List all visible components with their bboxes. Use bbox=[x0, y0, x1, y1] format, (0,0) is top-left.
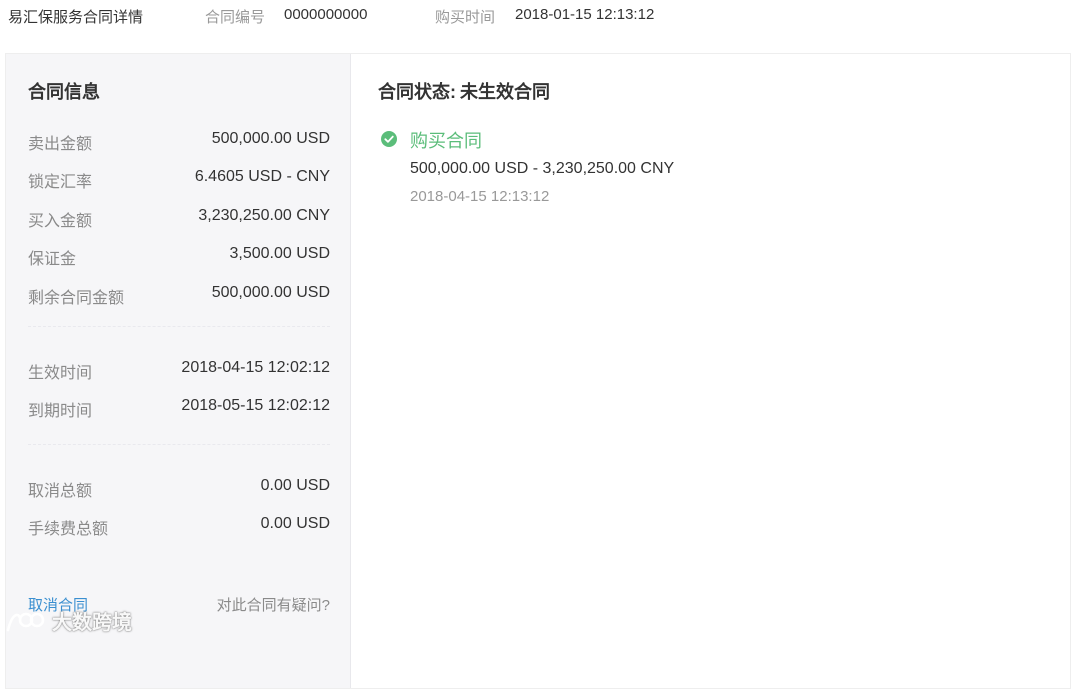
info-label: 手续费总额 bbox=[28, 521, 109, 538]
info-row-effective-time: 生效时间 2018-04-15 12:02:12 bbox=[28, 359, 330, 383]
info-value: 2018-05-15 12:02:12 bbox=[181, 397, 330, 414]
info-label: 保证金 bbox=[28, 251, 77, 268]
contract-status: 合同状态: 未生效合同 bbox=[378, 78, 550, 104]
timeline-step-title: 购买合同 bbox=[410, 131, 482, 151]
contract-info-panel: 合同信息 卖出金额 500,000.00 USD 锁定汇率 6.4605 USD… bbox=[6, 54, 351, 688]
info-row-sell-amount: 卖出金额 500,000.00 USD bbox=[28, 130, 330, 154]
contract-status-panel: 合同状态: 未生效合同 购买合同 500,000.00 USD - 3,230,2… bbox=[352, 54, 1070, 624]
watermark-text: 大数跨境 bbox=[52, 612, 132, 634]
page-title: 易汇保服务合同详情 bbox=[8, 9, 144, 26]
contract-info-title: 合同信息 bbox=[28, 82, 100, 102]
info-row-cancel-total: 取消总额 0.00 USD bbox=[28, 477, 330, 501]
contract-card: 合同信息 卖出金额 500,000.00 USD 锁定汇率 6.4605 USD… bbox=[5, 53, 1071, 689]
watermark: 大数跨境 bbox=[4, 606, 132, 635]
info-row-remaining-amount: 剩余合同金额 500,000.00 USD bbox=[28, 284, 330, 308]
check-circle-icon bbox=[381, 131, 397, 147]
info-label: 生效时间 bbox=[28, 365, 93, 382]
info-label: 取消总额 bbox=[28, 483, 93, 500]
status-label: 合同状态: bbox=[378, 82, 456, 102]
info-label: 卖出金额 bbox=[28, 136, 93, 153]
info-row-fee-total: 手续费总额 0.00 USD bbox=[28, 515, 330, 539]
info-value: 3,500.00 USD bbox=[229, 245, 330, 262]
info-label: 剩余合同金额 bbox=[28, 290, 125, 307]
purchase-time-value: 2018-01-15 12:13:12 bbox=[515, 6, 655, 23]
watermark-logo-icon bbox=[6, 612, 45, 631]
header-bar: 易汇保服务合同详情 合同编号 0000000000 购买时间 2018-01-1… bbox=[0, 0, 1080, 38]
contract-question-link[interactable]: 对此合同有疑问? bbox=[217, 594, 330, 615]
contract-no-label: 合同编号 bbox=[205, 9, 266, 26]
info-row-deposit: 保证金 3,500.00 USD bbox=[28, 245, 330, 269]
info-value: 3,230,250.00 CNY bbox=[198, 207, 330, 224]
info-value: 500,000.00 USD bbox=[211, 284, 330, 301]
info-value: 500,000.00 USD bbox=[211, 130, 330, 147]
section-divider bbox=[28, 326, 330, 327]
info-value: 6.4605 USD - CNY bbox=[194, 168, 330, 185]
timeline-step-detail: 500,000.00 USD - 3,230,250.00 CNY bbox=[410, 160, 675, 177]
info-value: 0.00 USD bbox=[260, 515, 330, 532]
info-label: 锁定汇率 bbox=[28, 174, 93, 191]
info-label: 买入金额 bbox=[28, 213, 93, 230]
info-label: 到期时间 bbox=[28, 403, 93, 420]
section-divider bbox=[28, 444, 330, 445]
timeline-step-time: 2018-04-15 12:13:12 bbox=[410, 188, 550, 205]
info-row-locked-rate: 锁定汇率 6.4605 USD - CNY bbox=[28, 168, 330, 192]
status-value: 未生效合同 bbox=[460, 82, 550, 102]
info-value: 2018-04-15 12:02:12 bbox=[181, 359, 330, 376]
contract-no-value: 0000000000 bbox=[284, 6, 368, 23]
info-row-expiry-time: 到期时间 2018-05-15 12:02:12 bbox=[28, 397, 330, 421]
info-value: 0.00 USD bbox=[260, 477, 330, 494]
info-row-buy-amount: 买入金额 3,230,250.00 CNY bbox=[28, 207, 330, 231]
purchase-time-label: 购买时间 bbox=[435, 9, 496, 26]
